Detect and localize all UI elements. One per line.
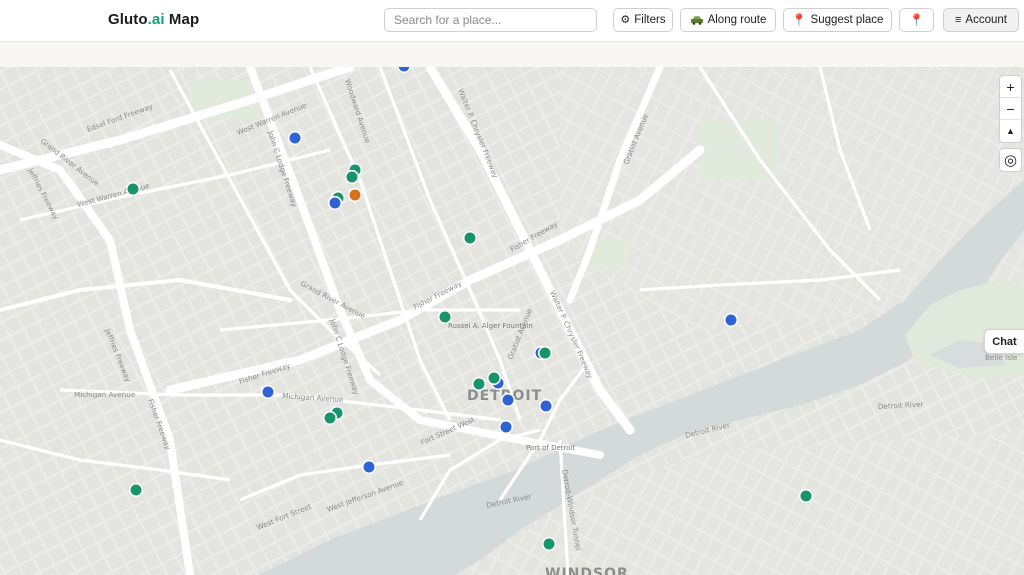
map-marker-orange[interactable]	[347, 187, 363, 203]
map-marker-blue[interactable]	[396, 67, 412, 74]
brand-prefix: Gluto	[108, 11, 148, 28]
top-bar: Gluto.ai Map ⚙ Filters Along route 📍 Sug…	[0, 0, 1024, 42]
menu-icon: ≡	[955, 13, 962, 26]
park-label: Belle Isle	[985, 353, 1018, 362]
geolocate-control: ◎	[999, 148, 1022, 172]
map-marker-green[interactable]	[344, 169, 360, 185]
map-marker-blue[interactable]	[538, 398, 554, 414]
map-marker-blue[interactable]	[498, 419, 514, 435]
park-area	[590, 240, 630, 270]
brand-logo[interactable]: Gluto.ai Map	[108, 11, 199, 28]
car-icon	[690, 16, 703, 25]
map-marker-green[interactable]	[128, 482, 144, 498]
map-marker-green[interactable]	[471, 376, 487, 392]
map-marker-blue[interactable]	[260, 384, 276, 400]
account-button[interactable]: ≡ Account	[943, 8, 1019, 32]
along-route-button[interactable]: Along route	[680, 8, 776, 32]
map-marker-blue[interactable]	[287, 130, 303, 146]
map-marker-blue[interactable]	[361, 459, 377, 475]
map-marker-green[interactable]	[462, 230, 478, 246]
pin-icon: 📍	[909, 13, 924, 27]
map-marker-green[interactable]	[541, 536, 557, 552]
map-marker-green[interactable]	[798, 488, 814, 504]
map-marker-blue[interactable]	[327, 195, 343, 211]
info-band	[0, 43, 1024, 67]
account-label: Account	[965, 14, 1007, 26]
gear-icon: ⚙	[620, 13, 631, 26]
map-marker-green[interactable]	[322, 410, 338, 426]
locate-pin-button[interactable]: 📍	[899, 8, 934, 32]
filters-label: Filters	[634, 14, 666, 26]
road-label: Michigan Avenue	[74, 390, 136, 399]
map-marker-green[interactable]	[437, 309, 453, 325]
map-marker-green[interactable]	[486, 370, 502, 386]
compass-icon[interactable]: ▲	[1000, 120, 1021, 142]
map-svg[interactable]: DETROIT WINDSOR Russel A. Alger Fountain…	[0, 67, 1024, 575]
map-marker-green[interactable]	[125, 181, 141, 197]
brand-suffix: Map	[164, 11, 200, 28]
brand-accent: .ai	[147, 11, 165, 28]
pin-icon: 📍	[791, 13, 807, 27]
map-marker-green[interactable]	[537, 345, 553, 361]
filters-button[interactable]: ⚙ Filters	[613, 8, 673, 32]
city-label-windsor: WINDSOR	[545, 566, 629, 575]
map-marker-blue[interactable]	[723, 312, 739, 328]
poi-label-port: Port of Detroit	[526, 444, 575, 452]
map-marker-blue[interactable]	[500, 392, 516, 408]
search-input[interactable]	[384, 8, 597, 32]
zoom-controls: + − ▲	[999, 75, 1022, 143]
geolocate-button[interactable]: ◎	[1000, 149, 1021, 171]
chat-button[interactable]: Chat	[984, 329, 1024, 354]
suggest-place-label: Suggest place	[810, 14, 884, 26]
zoom-out-button[interactable]: −	[1000, 98, 1021, 120]
along-route-label: Along route	[707, 14, 767, 26]
suggest-place-button[interactable]: 📍 Suggest place	[783, 8, 892, 32]
zoom-in-button[interactable]: +	[1000, 76, 1021, 98]
map-canvas[interactable]: DETROIT WINDSOR Russel A. Alger Fountain…	[0, 67, 1024, 575]
